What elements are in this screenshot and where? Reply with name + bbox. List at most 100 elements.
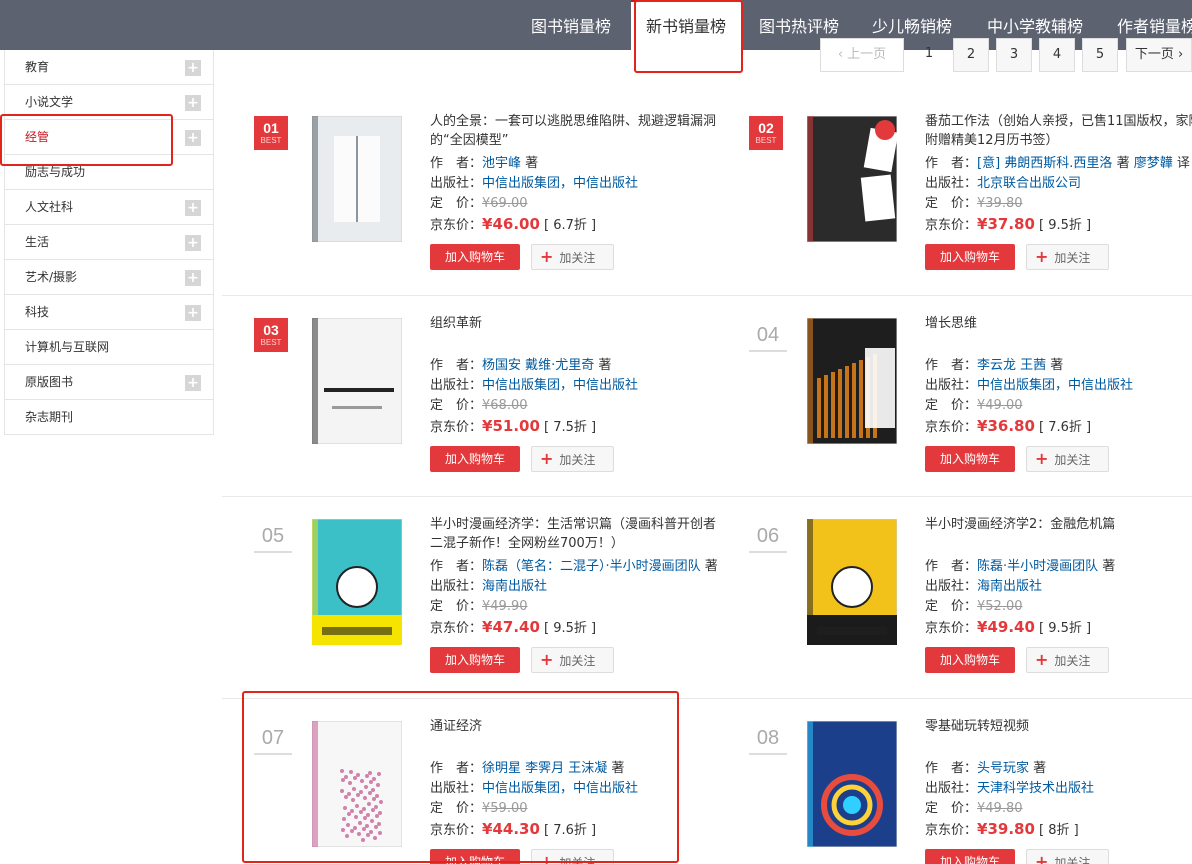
tab-new-book-sales[interactable]: 新书销量榜 [631, 0, 741, 50]
author-link[interactable]: 李云龙 王茜 [977, 358, 1046, 373]
follow-label: 加关注 [1054, 453, 1091, 467]
author-link[interactable]: 头号玩家 [977, 761, 1029, 776]
book-list-price: 定 价：¥69.00 [430, 194, 720, 214]
author-link[interactable]: 陈磊·半小时漫画团队 [977, 559, 1098, 574]
expand-plus-icon[interactable]: + [185, 95, 201, 111]
follow-button[interactable]: + 加关注 [1026, 446, 1109, 472]
page-2[interactable]: 2 [953, 38, 989, 72]
book-cover-image[interactable] [806, 115, 899, 243]
follow-button[interactable]: + 加关注 [1026, 647, 1109, 673]
author-link[interactable]: 杨国安 戴维·尤里奇 [482, 358, 594, 373]
add-to-cart-button[interactable]: 加入购物车 [925, 849, 1015, 864]
book-cover-image[interactable] [311, 317, 403, 445]
book-list-price: 定 价：¥39.80 [925, 194, 1192, 214]
publisher-link[interactable]: 天津科学技术出版社 [977, 781, 1094, 796]
sidebar-item[interactable]: 计算机与互联网 [5, 330, 213, 365]
sidebar-item[interactable]: 人文社科 + [5, 190, 213, 225]
expand-plus-icon[interactable]: + [185, 60, 201, 76]
add-to-cart-button[interactable]: 加入购物车 [430, 849, 520, 864]
list-price-label: 定 价： [430, 801, 483, 816]
publisher-link[interactable]: 中信出版集团，中信出版社 [482, 781, 638, 796]
publisher-label: 出版社： [925, 176, 978, 191]
book-title-link[interactable]: 半小时漫画经济学2：金融危机篇 [925, 515, 1192, 555]
expand-plus-icon[interactable]: + [185, 200, 201, 216]
best-label: BEST [260, 136, 282, 145]
sidebar-item[interactable]: 原版图书 + [5, 365, 213, 400]
expand-plus-icon[interactable]: + [185, 305, 201, 321]
sidebar-item[interactable]: 生活 + [5, 225, 213, 260]
publisher-link[interactable]: 中信出版集团，中信出版社 [977, 378, 1133, 393]
author-link[interactable]: 池宇峰 [482, 156, 521, 171]
author-link[interactable]: 徐明星 李霁月 王沫凝 [482, 761, 607, 776]
page-3[interactable]: 3 [996, 38, 1032, 72]
add-to-cart-button[interactable]: 加入购物车 [430, 446, 520, 472]
book-cover-image[interactable] [311, 518, 403, 646]
book-title-link[interactable]: 组织革新 [430, 314, 720, 354]
book-cover-image[interactable] [311, 720, 403, 848]
sidebar-item[interactable]: 小说文学 + [5, 85, 213, 120]
tab-book-sales[interactable]: 图书销量榜 [531, 0, 611, 50]
book-cover-image[interactable] [806, 317, 898, 445]
translator-suffix: 译 [1176, 156, 1190, 171]
book-title-link[interactable]: 零基础玩转短视频 [925, 717, 1192, 757]
publisher-link[interactable]: 中信出版集团，中信出版社 [482, 378, 638, 393]
book-title-link[interactable]: 通证经济 [430, 717, 720, 757]
jd-price-value: ¥36.80 [977, 417, 1035, 435]
follow-button[interactable]: + 加关注 [1026, 244, 1109, 270]
publisher-label: 出版社： [925, 378, 978, 393]
sidebar-item[interactable]: 励志与成功 [5, 155, 213, 190]
book-title-link[interactable]: 人的全景：一套可以逃脱思维陷阱、规避逻辑漏洞的“全因模型” [430, 112, 720, 152]
expand-plus-icon[interactable]: + [185, 130, 201, 146]
author-label: 作 者： [430, 761, 483, 776]
author-link[interactable]: 陈磊（笔名：二混子）·半小时漫画团队 [482, 559, 701, 574]
plus-icon: + [540, 449, 554, 468]
sidebar-item[interactable]: 教育 + [5, 50, 213, 85]
book-cover-image[interactable] [311, 115, 403, 243]
book-cover-image[interactable] [806, 518, 898, 646]
book-title-link[interactable]: 增长思维 [925, 314, 1192, 354]
publisher-link[interactable]: 海南出版社 [482, 579, 547, 594]
prev-page-button[interactable]: ‹ 上一页 [820, 38, 904, 72]
sidebar-item[interactable]: 艺术/摄影 + [5, 260, 213, 295]
author-link[interactable]: [意] 弗朗西斯科.西里洛 [977, 156, 1112, 171]
rank-number: 02 [758, 120, 774, 136]
publisher-link[interactable]: 海南出版社 [977, 579, 1042, 594]
add-to-cart-button[interactable]: 加入购物车 [430, 647, 520, 673]
list-price-value: ¥49.90 [482, 599, 528, 614]
follow-button[interactable]: + 加关注 [531, 647, 614, 673]
book-cover-image[interactable] [806, 720, 898, 848]
book-list-price: 定 价：¥59.00 [430, 799, 720, 819]
add-to-cart-button[interactable]: 加入购物车 [925, 244, 1015, 270]
follow-button[interactable]: + 加关注 [531, 244, 614, 270]
add-to-cart-button[interactable]: 加入购物车 [925, 446, 1015, 472]
sidebar-item[interactable]: 杂志期刊 [5, 400, 213, 435]
sidebar-item[interactable]: 科技 + [5, 295, 213, 330]
translator-link[interactable]: 廖梦韡 [1134, 156, 1173, 171]
sidebar-item[interactable]: 经管 + [5, 120, 213, 155]
follow-button[interactable]: + 加关注 [531, 446, 614, 472]
expand-plus-icon[interactable]: + [185, 375, 201, 391]
book-list-price: 定 价：¥68.00 [430, 396, 720, 416]
jd-price-label: 京东价： [925, 621, 978, 636]
book-title-link[interactable]: 半小时漫画经济学：生活常识篇（漫画科普开创者二混子新作！全网粉丝700万！） [430, 515, 720, 555]
follow-button[interactable]: + 加关注 [1026, 849, 1109, 864]
page-4[interactable]: 4 [1039, 38, 1075, 72]
page-1[interactable]: 1 [912, 38, 946, 72]
next-page-button[interactable]: 下一页 › [1126, 38, 1192, 72]
book-publisher: 出版社：海南出版社 [430, 577, 720, 597]
follow-button[interactable]: + 加关注 [531, 849, 614, 864]
add-to-cart-button[interactable]: 加入购物车 [925, 647, 1015, 673]
rank-badge: 04 [749, 318, 787, 352]
add-to-cart-button[interactable]: 加入购物车 [430, 244, 520, 270]
best-label: BEST [755, 136, 777, 145]
publisher-link[interactable]: 北京联合出版公司 [977, 176, 1081, 191]
page-5[interactable]: 5 [1082, 38, 1118, 72]
expand-plus-icon[interactable]: + [185, 235, 201, 251]
rank-number: 07 [261, 727, 285, 749]
book-card: 08 零基础玩转短视频 作 者：头号玩家 著 出版社：天津科学技术出版社 定 价… [749, 701, 1192, 864]
publisher-link[interactable]: 中信出版集团，中信出版社 [482, 176, 638, 191]
jd-price-label: 京东价： [430, 420, 483, 435]
list-price-value: ¥49.80 [977, 801, 1023, 816]
expand-plus-icon[interactable]: + [185, 270, 201, 286]
book-title-link[interactable]: 番茄工作法（创始人亲授，已售11国版权，家随书附赠精美12月历书签） [925, 112, 1192, 152]
